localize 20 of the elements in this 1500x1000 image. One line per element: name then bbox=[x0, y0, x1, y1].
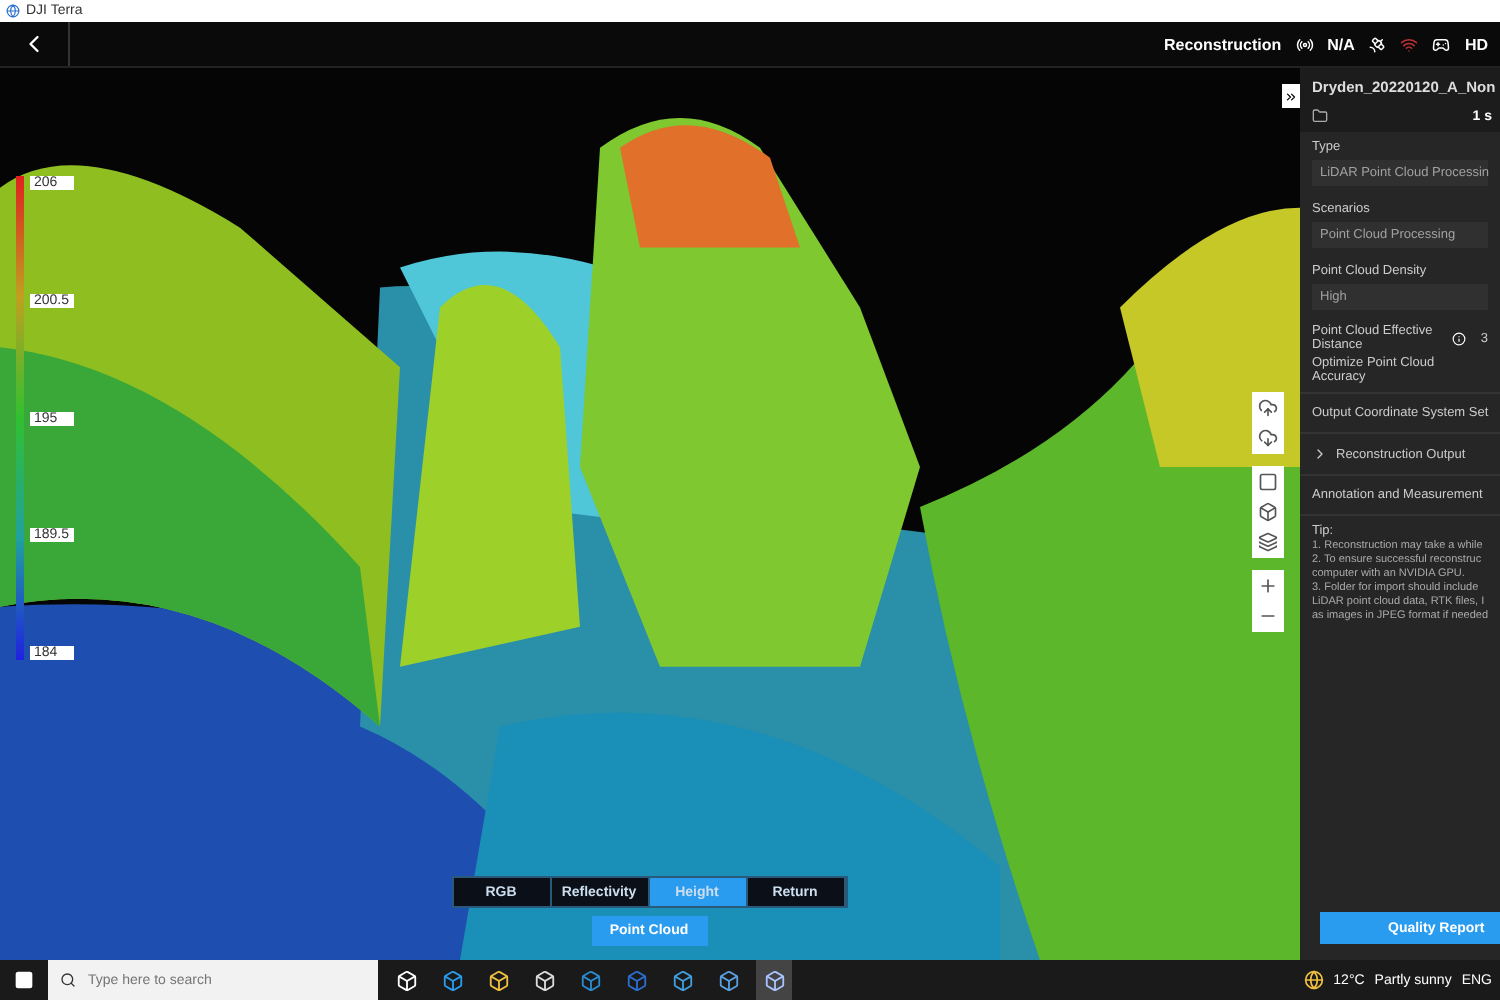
zoom-in-icon[interactable] bbox=[1256, 574, 1280, 598]
cube-icon[interactable] bbox=[1256, 500, 1280, 524]
controller-icon bbox=[1432, 35, 1451, 53]
square-icon[interactable] bbox=[1256, 470, 1280, 494]
layers-icon[interactable] bbox=[1256, 530, 1280, 554]
search-icon bbox=[60, 972, 76, 988]
upload-icon[interactable] bbox=[1256, 396, 1280, 420]
satellite-icon bbox=[1368, 35, 1387, 53]
signal-status: N/A bbox=[1327, 35, 1355, 53]
expand-icon[interactable] bbox=[1312, 446, 1328, 462]
double-chevron-icon[interactable] bbox=[1284, 89, 1298, 103]
download-icon[interactable] bbox=[1256, 426, 1280, 450]
info-icon[interactable] bbox=[1451, 332, 1466, 346]
video-status: HD bbox=[1464, 35, 1488, 53]
collapse-button[interactable] bbox=[1282, 84, 1300, 108]
app-icon bbox=[6, 4, 20, 18]
folder-icon[interactable] bbox=[1312, 108, 1328, 124]
mode-label: Reconstruction bbox=[1163, 35, 1282, 53]
start-icon[interactable] bbox=[14, 970, 34, 990]
signal-icon bbox=[1400, 35, 1419, 53]
